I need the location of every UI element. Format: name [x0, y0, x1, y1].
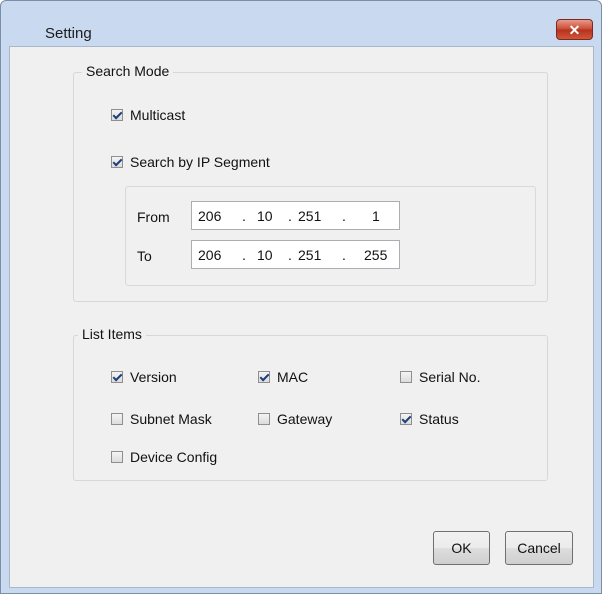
close-icon: ✕ [568, 22, 581, 38]
mac-check-box[interactable] [258, 371, 270, 383]
from-ip-octet-2[interactable]: 10 [257, 208, 273, 224]
dialog-title: Setting [45, 25, 92, 42]
list-items-group: List Items Version MAC Serial No. Subnet… [73, 326, 548, 481]
ip-segment-check-box[interactable] [111, 156, 123, 168]
mac-label: MAC [277, 369, 309, 385]
ip-segment-label: Search by IP Segment [130, 154, 270, 170]
gateway-label: Gateway [277, 411, 333, 427]
to-ip-octet-3[interactable]: 251 [298, 247, 321, 263]
subnet-mask-check-box[interactable] [111, 413, 123, 425]
mac-checkbox[interactable]: MAC [258, 369, 308, 385]
multicast-label: Multicast [130, 107, 186, 123]
to-ip-dot-2: . [288, 247, 292, 263]
gateway-check-box[interactable] [258, 413, 270, 425]
to-ip-octet-1[interactable]: 206 [198, 247, 221, 263]
status-label: Status [419, 411, 459, 427]
from-ip-octet-3[interactable]: 251 [298, 208, 321, 224]
search-mode-group: Search Mode Multicast Search by IP Segme… [73, 63, 548, 302]
ok-button[interactable]: OK [433, 531, 490, 565]
from-ip-dot-2: . [288, 208, 292, 224]
search-mode-label: Search Mode [82, 63, 174, 79]
subnet-mask-label: Subnet Mask [130, 411, 212, 427]
cancel-button[interactable]: Cancel [505, 531, 573, 565]
device-config-check-box[interactable] [111, 451, 123, 463]
version-check-box[interactable] [111, 371, 123, 383]
multicast-checkbox[interactable]: Multicast [111, 107, 185, 123]
from-label: From [137, 209, 170, 225]
device-config-checkbox[interactable]: Device Config [111, 449, 217, 465]
title-bar[interactable]: Setting ✕ [1, 1, 601, 42]
from-ip-field[interactable]: 206 . 10 . 251 . 1 [191, 201, 400, 230]
from-ip-octet-4[interactable]: 1 [372, 208, 380, 224]
to-ip-octet-2[interactable]: 10 [257, 247, 273, 263]
list-items-label: List Items [78, 326, 146, 342]
close-button[interactable]: ✕ [556, 19, 593, 40]
ip-segment-checkbox[interactable]: Search by IP Segment [111, 154, 270, 170]
version-checkbox[interactable]: Version [111, 369, 177, 385]
from-ip-dot-3: . [342, 208, 346, 224]
subnet-mask-checkbox[interactable]: Subnet Mask [111, 411, 212, 427]
status-checkbox[interactable]: Status [400, 411, 459, 427]
from-ip-dot-1: . [242, 208, 246, 224]
ip-range-panel: From 206 . 10 . 251 . 1 To 206 . 10 . 25… [125, 186, 536, 286]
multicast-check-box[interactable] [111, 109, 123, 121]
version-label: Version [130, 369, 177, 385]
to-ip-dot-3: . [342, 247, 346, 263]
dialog-body: Search Mode Multicast Search by IP Segme… [9, 46, 594, 588]
to-ip-field[interactable]: 206 . 10 . 251 . 255 [191, 240, 400, 269]
to-label: To [137, 248, 152, 264]
from-ip-octet-1[interactable]: 206 [198, 208, 221, 224]
serial-no-label: Serial No. [419, 369, 481, 385]
serial-no-checkbox[interactable]: Serial No. [400, 369, 480, 385]
to-ip-octet-4[interactable]: 255 [364, 247, 387, 263]
to-ip-dot-1: . [242, 247, 246, 263]
device-config-label: Device Config [130, 449, 218, 465]
status-check-box[interactable] [400, 413, 412, 425]
gateway-checkbox[interactable]: Gateway [258, 411, 332, 427]
serial-no-check-box[interactable] [400, 371, 412, 383]
